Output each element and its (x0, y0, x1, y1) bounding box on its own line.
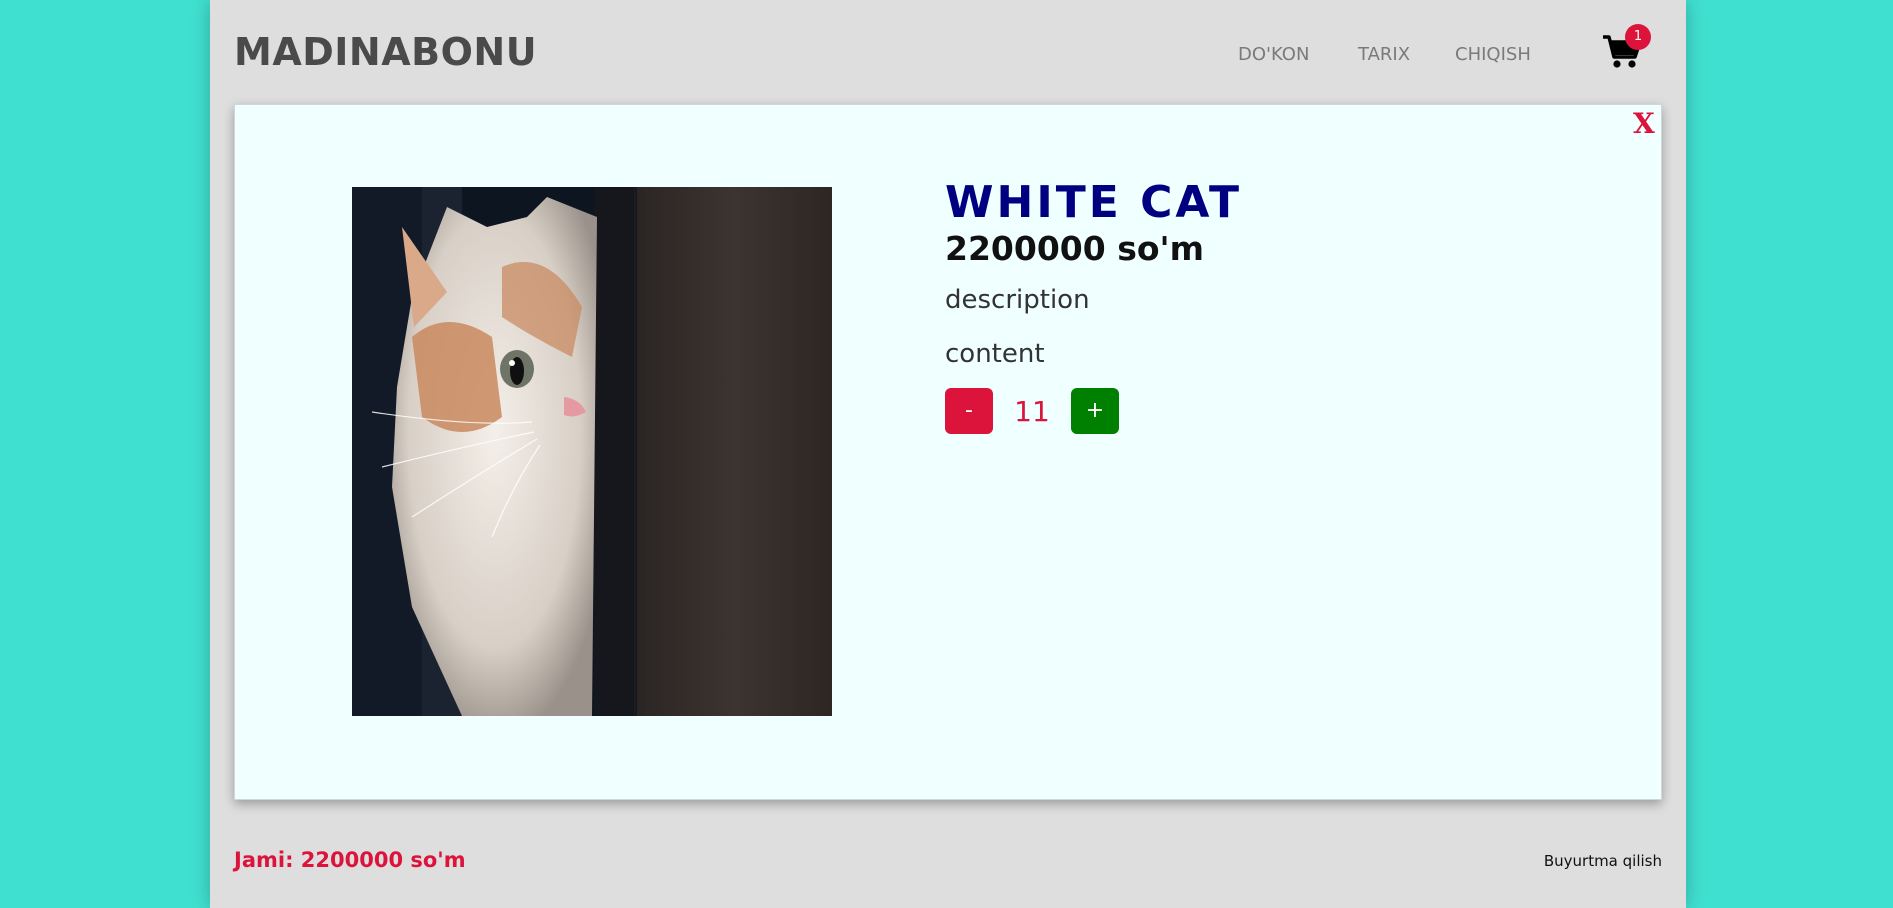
white-cat-photo (352, 187, 832, 716)
product-modal: X WHITE CAT 2200000 so'm description con… (234, 104, 1662, 800)
place-order-button[interactable]: Buyurtma qilish (1544, 852, 1662, 870)
product-content: content (945, 339, 1045, 369)
brand-logo[interactable]: MADINABONU (234, 30, 537, 74)
header: MADINABONU DO'KON TARIX CHIQISH 1 (210, 0, 1686, 104)
nav-item-chiqish[interactable]: CHIQISH (1455, 44, 1531, 65)
cart-count-badge: 1 (1625, 24, 1651, 50)
product-title: WHITE CAT (945, 177, 1243, 228)
page-container: MADINABONU DO'KON TARIX CHIQISH 1 X WHIT… (210, 0, 1686, 908)
increase-quantity-button[interactable]: + (1071, 388, 1119, 434)
product-image (352, 187, 832, 716)
quantity-value: 11 (1014, 395, 1050, 428)
nav-item-tarix[interactable]: TARIX (1358, 44, 1410, 65)
close-button[interactable]: X (1633, 107, 1655, 140)
product-description: description (945, 285, 1090, 315)
order-total: Jami: 2200000 so'm (234, 848, 466, 872)
decrease-quantity-button[interactable]: - (945, 388, 993, 434)
nav-item-dokon[interactable]: DO'KON (1238, 44, 1309, 65)
product-price: 2200000 so'm (945, 229, 1205, 268)
